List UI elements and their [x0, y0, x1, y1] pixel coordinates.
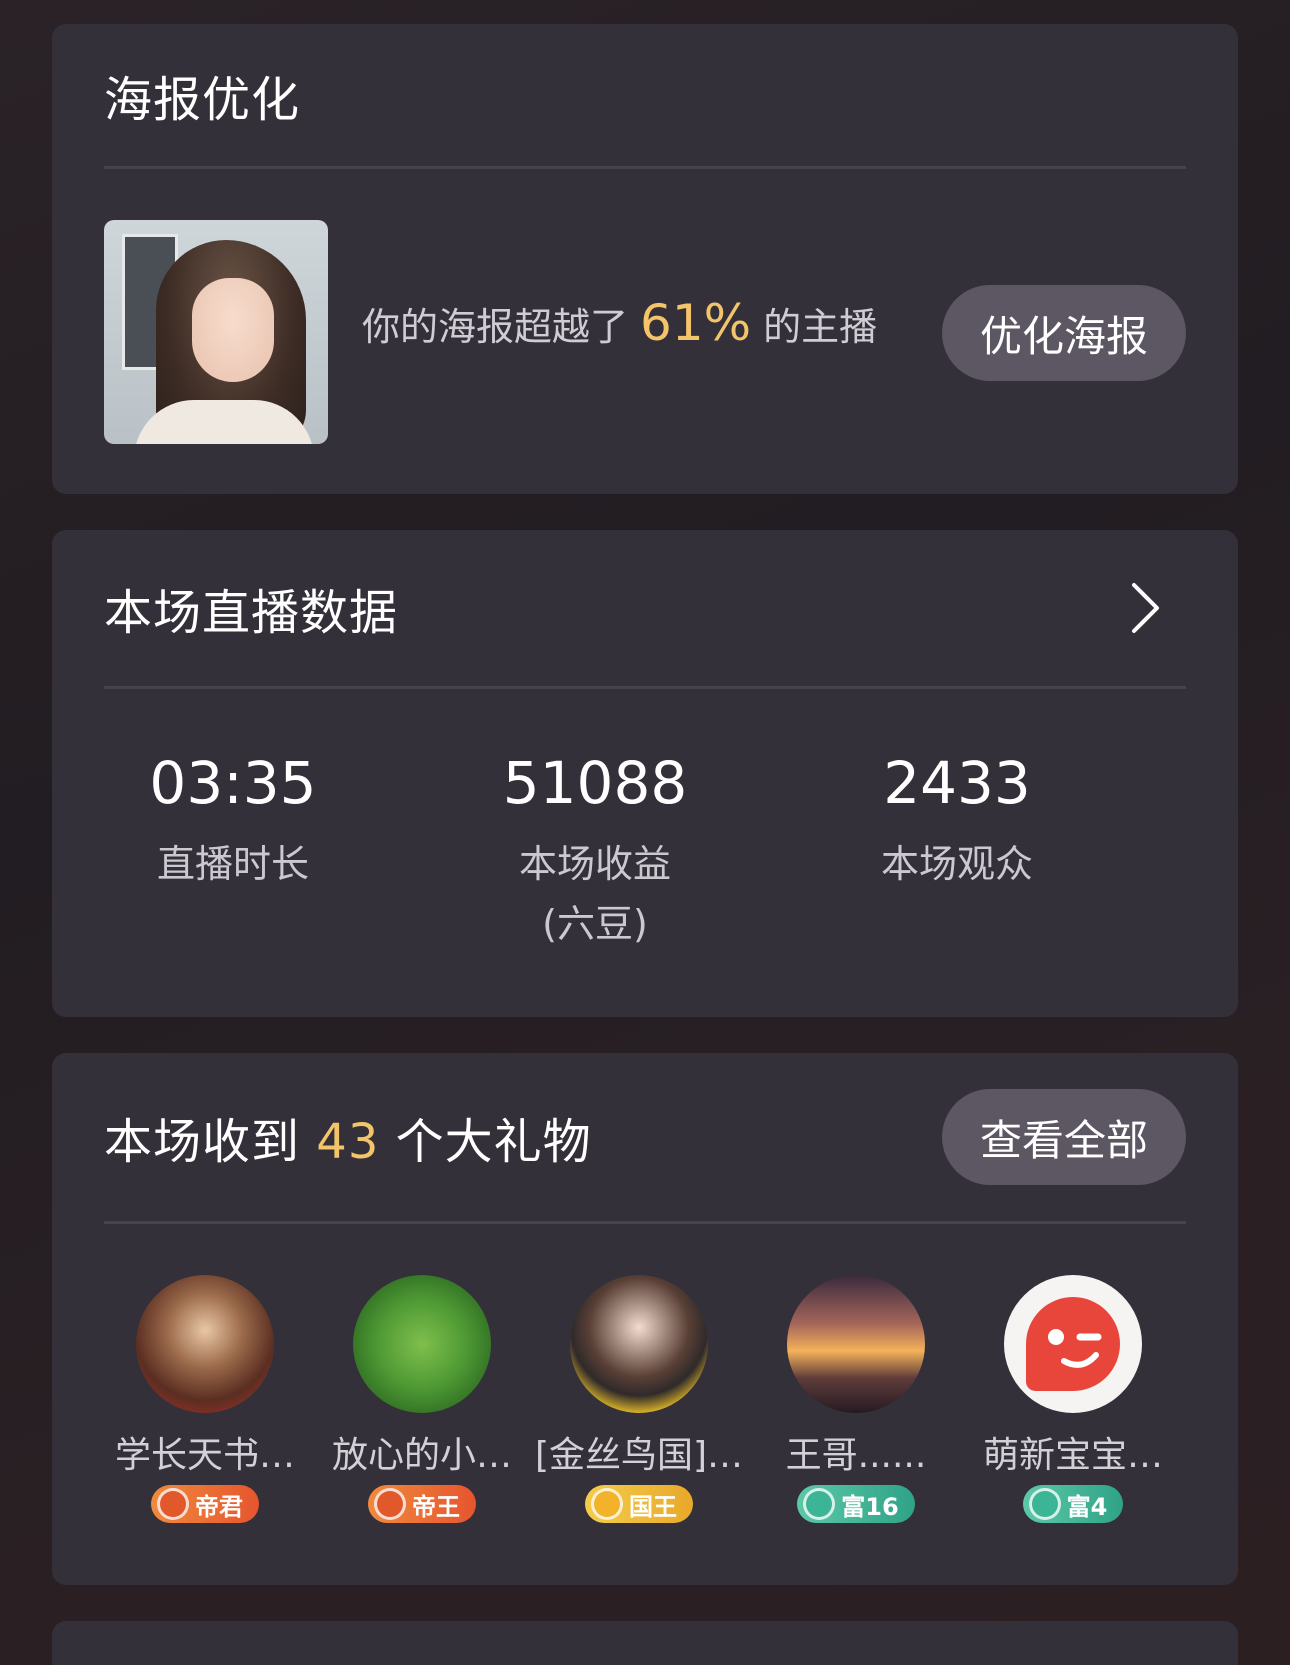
avatar[interactable] [787, 1275, 925, 1413]
rank-badge-label: 富16 [841, 1492, 899, 1521]
view-all-button[interactable]: 查看全部 [942, 1089, 1186, 1185]
stat-duration-value: 03:35 [149, 749, 317, 817]
poster-rank-text: 你的海报超越了 61% 的主播 [362, 294, 877, 352]
stat-viewers: 2433 本场观众 [776, 748, 1138, 894]
stat-earnings: 51088 本场收益 (六豆) [414, 748, 776, 954]
wealth-triangle-icon [1028, 1488, 1061, 1520]
rank-badge: 帝君 [151, 1485, 259, 1523]
stat-viewers-value: 2433 [883, 749, 1031, 817]
poster-card-header: 海报优化 [104, 24, 1186, 169]
big-gifts-card: 本场收到 43 个大礼物 查看全部 学长天书… 帝君 放心的小… 帝王 [金丝鸟… [52, 1053, 1238, 1585]
gifter-item[interactable]: 王哥...... 富16 [751, 1275, 961, 1524]
rank-badge: 富16 [797, 1485, 915, 1523]
stat-viewers-label: 本场观众 [880, 842, 1033, 886]
stats-card-title: 本场直播数据 [104, 585, 399, 641]
next-card [52, 1621, 1238, 1665]
avatar[interactable] [1004, 1275, 1142, 1413]
poster-rank-prefix: 你的海报超越了 [362, 305, 629, 349]
rank-badge-label: 富4 [1066, 1492, 1108, 1521]
rank-badge: 帝王 [368, 1485, 476, 1523]
rank-badge-label: 国王 [629, 1492, 677, 1521]
gifts-title-prefix: 本场收到 [104, 1114, 301, 1170]
gifts-title-suffix: 个大礼物 [395, 1114, 592, 1170]
gifter-name: 学长天书… [114, 1435, 295, 1476]
rank-badge-label: 帝王 [412, 1492, 460, 1521]
live-summary-page: 海报优化 你的海报超越了 61% 的主播 优化海报 本场直播数据 03:35 直… [0, 0, 1290, 1665]
poster-optimization-card: 海报优化 你的海报超越了 61% 的主播 优化海报 [52, 24, 1238, 494]
poster-card-title: 海报优化 [104, 72, 301, 128]
avatar[interactable] [353, 1275, 491, 1413]
gifts-card-title: 本场收到 43 个大礼物 [104, 1102, 592, 1172]
rank-diamond-icon [591, 1488, 623, 1520]
rank-badge-label: 帝君 [195, 1492, 243, 1521]
rank-shield-icon [374, 1488, 406, 1520]
gifter-item[interactable]: 放心的小… 帝王 [317, 1275, 527, 1524]
gifter-name: [金丝鸟国]… [534, 1435, 744, 1476]
stats-card-header[interactable]: 本场直播数据 [104, 530, 1186, 689]
optimize-poster-button[interactable]: 优化海报 [942, 285, 1186, 381]
gifts-count: 43 [316, 1114, 380, 1170]
gifter-name: 王哥...... [785, 1435, 927, 1476]
stat-earnings-value: 51088 [502, 749, 688, 817]
poster-rank-suffix: 的主播 [763, 305, 878, 349]
gifter-item[interactable]: [金丝鸟国]… 国王 [534, 1275, 744, 1524]
gifts-card-header: 本场收到 43 个大礼物 查看全部 [104, 1053, 1186, 1224]
stat-duration-label: 直播时长 [156, 842, 309, 886]
wealth-triangle-icon [803, 1488, 836, 1520]
poster-thumbnail[interactable] [104, 220, 328, 444]
rank-badge: 国王 [585, 1485, 693, 1523]
poster-rank-percent: 61% [640, 294, 752, 352]
gifter-item[interactable]: 学长天书… 帝君 [100, 1275, 310, 1524]
avatar[interactable] [570, 1275, 708, 1413]
chevron-right-icon[interactable] [1126, 580, 1166, 636]
gifter-name: 放心的小… [331, 1435, 512, 1476]
live-stats-card: 本场直播数据 03:35 直播时长 51088 本场收益 (六豆) 2433 本… [52, 530, 1238, 1017]
avatar[interactable] [136, 1275, 274, 1413]
gifter-name: 萌新宝宝… [982, 1435, 1163, 1476]
stat-earnings-label: 本场收益 (六豆) [518, 842, 671, 946]
stat-duration: 03:35 直播时长 [52, 748, 414, 894]
rank-shield-icon [157, 1488, 189, 1520]
gifter-item[interactable]: 萌新宝宝… 富4 [968, 1275, 1178, 1524]
rank-badge: 富4 [1022, 1485, 1124, 1523]
